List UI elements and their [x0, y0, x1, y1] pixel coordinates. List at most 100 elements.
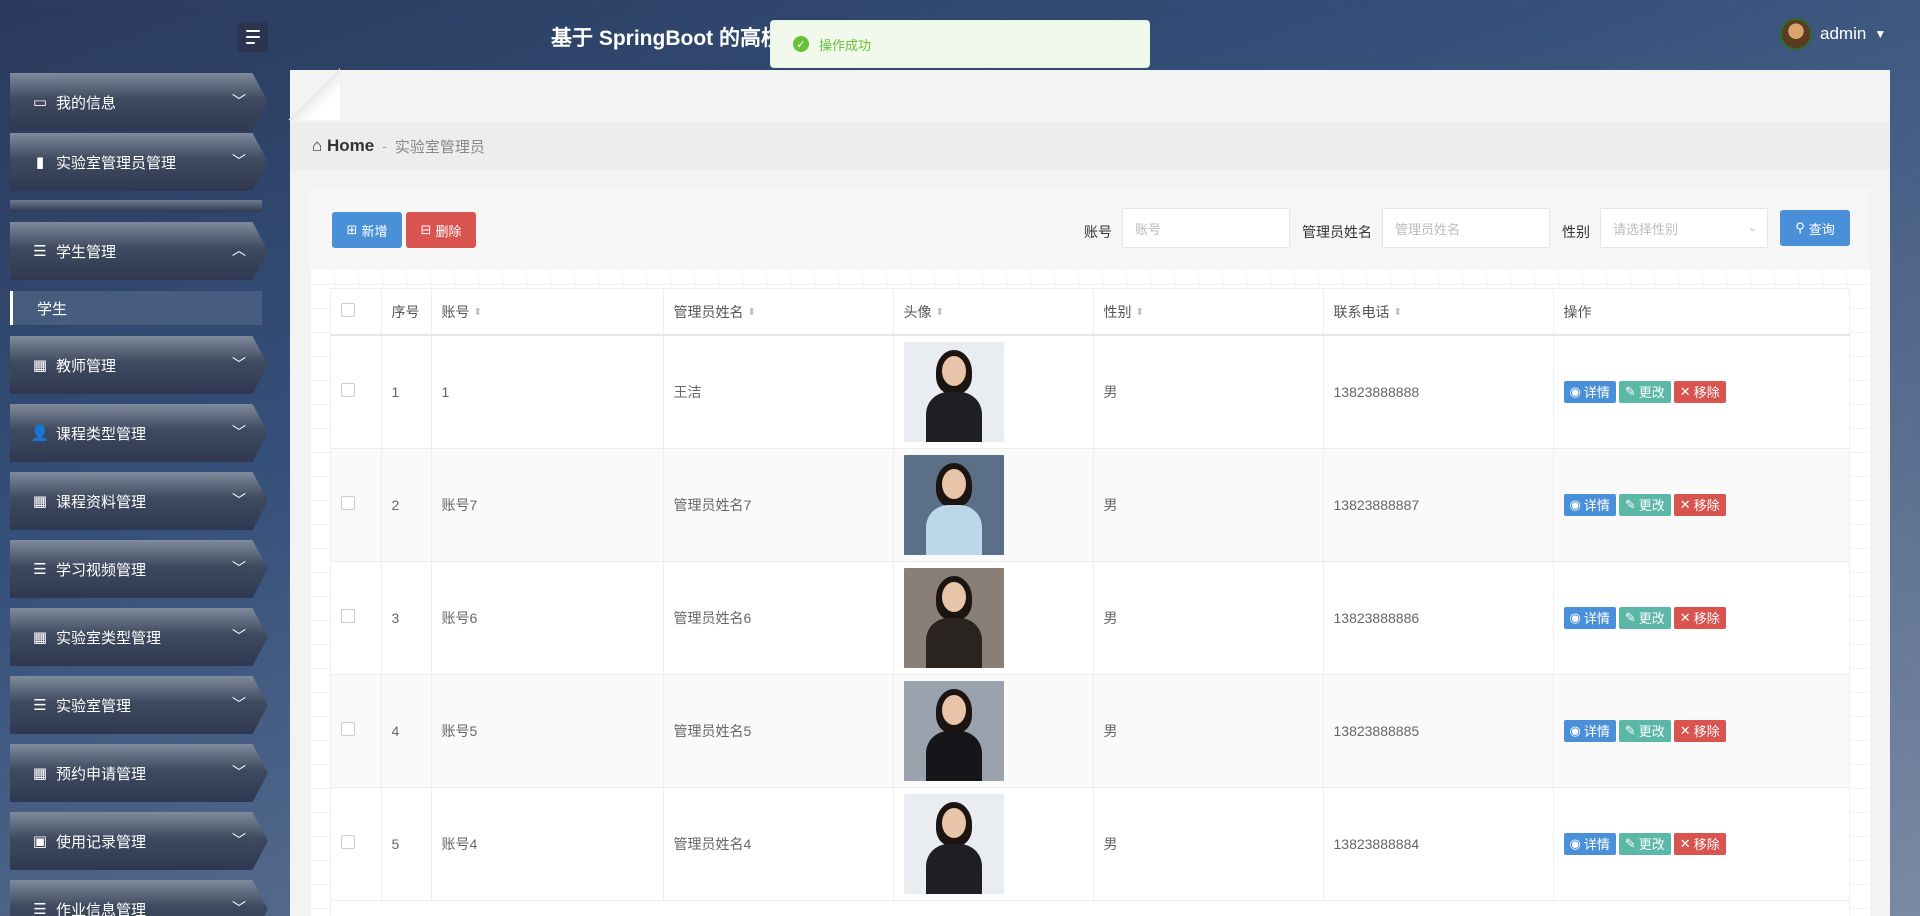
- sidebar-item[interactable]: ▮ 实验室管理员管理 ﹀: [10, 133, 268, 191]
- caret-down-icon[interactable]: ▼: [1874, 27, 1886, 41]
- row-checkbox[interactable]: [341, 496, 355, 510]
- sidebar-subitem-students[interactable]: 学生: [10, 291, 262, 325]
- sidebar-item-label: 预约申请管理: [56, 765, 147, 783]
- sort-icon[interactable]: ⬍: [936, 307, 944, 318]
- row-name: 管理员姓名4: [663, 787, 894, 901]
- col-phone[interactable]: 联系电话 ⬍: [1323, 289, 1554, 336]
- sidebar-item[interactable]: ☰ 学生管理 ︿: [10, 222, 268, 280]
- sort-icon[interactable]: ⬍: [474, 307, 482, 318]
- sidebar-item-label: 实验室类型管理: [56, 629, 162, 647]
- table-header-row: 序号 账号 ⬍ 管理员姓名 ⬍ 头像 ⬍ 性别 ⬍ 联系电话 ⬍ 操作: [331, 289, 1849, 336]
- edit-button[interactable]: ✎ 更改: [1618, 719, 1671, 742]
- sidebar-item[interactable]: ▣ 使用记录管理 ﹀: [10, 812, 268, 870]
- account-filter-placeholder: 账号: [1135, 221, 1162, 237]
- select-all-cell[interactable]: [331, 289, 382, 336]
- grid-icon: ▦: [32, 357, 48, 374]
- sidebar-item[interactable]: ▦ 预约申请管理 ﹀: [10, 744, 268, 802]
- row-gender: 男: [1093, 787, 1324, 901]
- search-button[interactable]: ⚲ 查询: [1780, 210, 1850, 246]
- remove-button[interactable]: ✕ 移除: [1673, 719, 1726, 742]
- breadcrumb-separator: -: [382, 138, 387, 154]
- add-button[interactable]: ⊞ 新增: [332, 212, 402, 248]
- sidebar-item[interactable]: ☰ 实验室管理 ﹀: [10, 676, 268, 734]
- col-phone-label: 联系电话: [1333, 303, 1390, 320]
- row-select-cell[interactable]: [331, 787, 382, 901]
- list-icon: ☰: [33, 561, 47, 578]
- table-row[interactable]: 4 账号5 管理员姓名5 男 13823888885 ◉ 详情 ✎ 更改 ✕ 移除: [331, 674, 1849, 788]
- avatar-photo[interactable]: [903, 680, 1004, 781]
- sort-icon[interactable]: ⬍: [1394, 307, 1402, 318]
- edit-button[interactable]: ✎ 更改: [1618, 493, 1671, 516]
- row-checkbox[interactable]: [341, 383, 355, 398]
- detail-button[interactable]: ◉ 详情: [1563, 606, 1616, 629]
- apps-icon: ▦: [32, 765, 48, 782]
- table-row[interactable]: 2 账号7 管理员姓名7 男 13823888887 ◉ 详情 ✎ 更改 ✕ 移除: [331, 448, 1849, 562]
- remove-button[interactable]: ✕ 移除: [1673, 606, 1726, 629]
- avatar-photo[interactable]: [903, 793, 1004, 894]
- row-actions: ◉ 详情 ✎ 更改 ✕ 移除: [1553, 787, 1849, 901]
- col-photo[interactable]: 头像 ⬍: [893, 289, 1094, 336]
- name-filter-input[interactable]: 管理员姓名: [1382, 208, 1550, 248]
- sidebar-item-label: 实验室管理: [56, 697, 132, 715]
- row-phone: 13823888886: [1323, 561, 1554, 675]
- avatar[interactable]: [1780, 18, 1812, 50]
- row-checkbox[interactable]: [341, 835, 355, 849]
- menu-toggle-icon[interactable]: [238, 22, 268, 52]
- detail-button[interactable]: ◉ 详情: [1563, 719, 1616, 742]
- search-icon: ⚲: [1795, 220, 1805, 235]
- detail-button-label: 详情: [1583, 837, 1610, 852]
- sidebar-item[interactable]: ▦ 教师管理 ﹀: [10, 336, 268, 394]
- select-all-checkbox[interactable]: [341, 303, 355, 317]
- row-checkbox[interactable]: [341, 609, 355, 623]
- edit-button-label: 更改: [1638, 611, 1665, 626]
- table-row[interactable]: 5 账号4 管理员姓名4 男 13823888884 ◉ 详情 ✎ 更改 ✕ 移除: [331, 787, 1849, 901]
- eye-icon: ◉: [1569, 496, 1581, 512]
- gender-filter-placeholder: 请选择性别: [1613, 221, 1679, 237]
- row-select-cell[interactable]: [331, 448, 382, 562]
- avatar-photo[interactable]: [903, 567, 1004, 668]
- breadcrumb-home[interactable]: ⌂ Home: [312, 136, 374, 156]
- edit-button-label: 更改: [1638, 837, 1665, 852]
- avatar-photo[interactable]: [903, 454, 1004, 555]
- avatar-photo[interactable]: [903, 341, 1004, 442]
- row-photo-cell: [893, 561, 1094, 675]
- sidebar-item[interactable]: ▦ 课程资料管理 ﹀: [10, 472, 268, 530]
- sidebar-item[interactable]: ☰ 作业信息管理 ﹀: [10, 880, 268, 916]
- sidebar-item[interactable]: ☰ 学习视频管理 ﹀: [10, 540, 268, 598]
- detail-button[interactable]: ◉ 详情: [1563, 380, 1616, 403]
- detail-button[interactable]: ◉ 详情: [1563, 493, 1616, 516]
- row-select-cell[interactable]: [331, 561, 382, 675]
- col-gender[interactable]: 性别 ⬍: [1093, 289, 1324, 336]
- site-title: 基于 SpringBoot 的高校: [551, 27, 782, 50]
- sort-icon[interactable]: ⬍: [1136, 307, 1144, 318]
- row-index: 4: [381, 674, 432, 788]
- gender-filter-select[interactable]: 请选择性别 ⌄: [1600, 208, 1768, 248]
- edit-button[interactable]: ✎ 更改: [1618, 832, 1671, 855]
- row-checkbox[interactable]: [341, 722, 355, 736]
- table-row[interactable]: 1 1 王洁男 13823888888 ◉ 详情 ✎ 更改 ✕ 移除: [331, 335, 1849, 449]
- col-account[interactable]: 账号 ⬍: [431, 289, 664, 336]
- plus-square-icon: ⊞: [346, 222, 358, 237]
- sidebar-item[interactable]: ▦ 实验室类型管理 ﹀: [10, 608, 268, 666]
- user-name[interactable]: admin: [1820, 24, 1866, 44]
- table-row[interactable]: 3 账号6 管理员姓名6 男 13823888886 ◉ 详情 ✎ 更改 ✕ 移除: [331, 561, 1849, 675]
- account-filter-input[interactable]: 账号: [1122, 208, 1290, 248]
- user-menu[interactable]: admin ▼: [1780, 18, 1886, 50]
- content-card: ⊞ 新增 ⊟ 删除 账号 账号 管理员姓名 管理员姓名 性别 请选择性别 ⌄ ⚲: [310, 188, 1870, 916]
- edit-button[interactable]: ✎ 更改: [1618, 380, 1671, 403]
- delete-button[interactable]: ⊟ 删除: [406, 212, 476, 248]
- col-name[interactable]: 管理员姓名 ⬍: [663, 289, 894, 336]
- edit-button[interactable]: ✎ 更改: [1618, 606, 1671, 629]
- detail-button[interactable]: ◉ 详情: [1563, 832, 1616, 855]
- breadcrumb-home-label[interactable]: Home: [327, 136, 374, 155]
- sidebar-item[interactable]: 👤 课程类型管理 ﹀: [10, 404, 268, 462]
- remove-button[interactable]: ✕ 移除: [1673, 493, 1726, 516]
- remove-button[interactable]: ✕ 移除: [1673, 380, 1726, 403]
- row-actions: ◉ 详情 ✎ 更改 ✕ 移除: [1553, 448, 1849, 562]
- remove-button[interactable]: ✕ 移除: [1673, 832, 1726, 855]
- row-select-cell[interactable]: [331, 674, 382, 788]
- sort-icon[interactable]: ⬍: [748, 307, 756, 318]
- col-actions: 操作: [1553, 289, 1849, 336]
- row-select-cell[interactable]: [331, 335, 382, 449]
- sidebar-item[interactable]: ▭ 我的信息 ﹀: [10, 73, 268, 131]
